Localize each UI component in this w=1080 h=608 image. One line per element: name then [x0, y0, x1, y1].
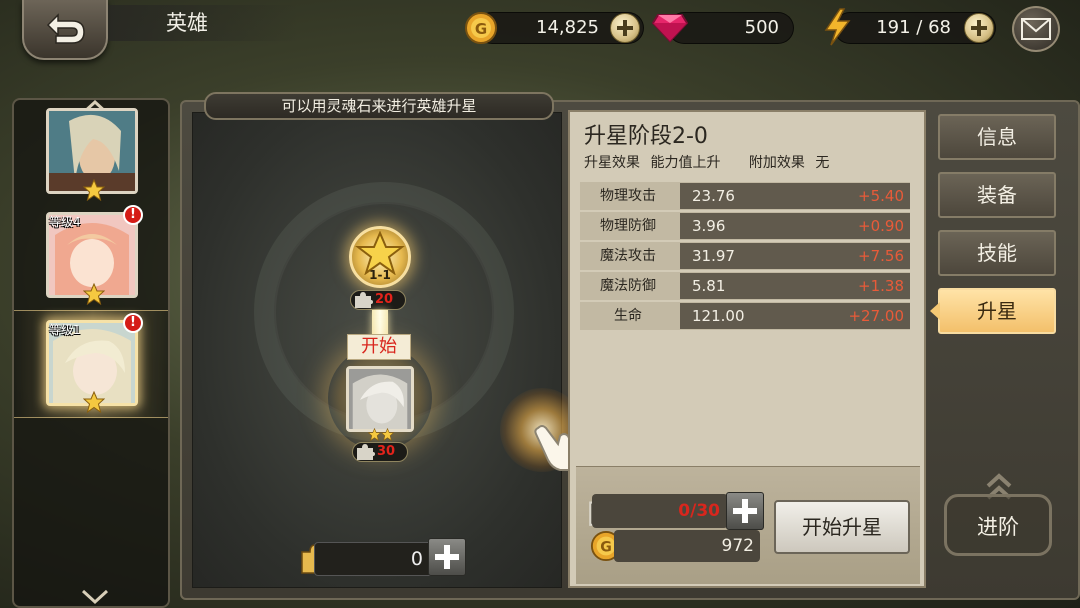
current-node-cost-value: 30	[377, 444, 396, 459]
mail-icon	[1021, 18, 1051, 40]
extra-effect-value: 无	[815, 155, 830, 171]
hero-level-tag: 等级4	[49, 215, 81, 229]
soul-stone-count: 0	[314, 542, 434, 576]
stat-row: 生命 121.00 +27.00	[580, 302, 910, 330]
stat-bonus: +27.00	[848, 307, 904, 325]
puzzle-piece-icon	[357, 444, 375, 460]
stat-value: 121.00	[692, 307, 745, 325]
gem-amount: 500	[744, 17, 779, 38]
stat-value-box: 31.97 +7.56	[680, 243, 910, 269]
plus-icon	[733, 499, 757, 523]
plus-icon	[971, 20, 987, 36]
stat-value: 31.97	[692, 247, 735, 265]
back-button[interactable]	[22, 0, 108, 60]
star-icon	[83, 179, 105, 201]
stat-value-box: 5.81 +1.38	[680, 273, 910, 299]
stat-bonus: +5.40	[858, 187, 904, 205]
gold-coin-icon: G	[465, 12, 497, 44]
page-title: 英雄	[108, 5, 298, 41]
advance-button[interactable]: 进阶	[944, 494, 1052, 556]
extra-effect-label: 附加效果	[748, 155, 805, 171]
add-gold-button[interactable]	[610, 13, 640, 43]
stat-value-box: 3.96 +0.90	[680, 213, 910, 239]
alert-badge: !	[123, 205, 143, 225]
star-icon	[83, 283, 105, 305]
next-node-cost-value: 20	[375, 292, 394, 307]
current-node-cost: 30	[352, 442, 408, 462]
back-arrow-icon	[46, 13, 85, 44]
stat-name: 物理攻击	[600, 188, 656, 204]
puzzle-piece-icon	[355, 292, 373, 308]
start-tag: 开始	[347, 334, 411, 360]
add-stamina-button[interactable]	[964, 13, 994, 43]
stat-bonus: +0.90	[858, 217, 904, 235]
next-node-cost: 20	[350, 290, 406, 310]
stat-row: 魔法攻击 31.97 +7.56	[580, 242, 910, 270]
hero-level-tag: 等级1	[49, 323, 81, 337]
soul-stone-cost: 0/30	[592, 494, 728, 528]
effects-line: 升星效果 能力值上升 附加效果 无	[584, 152, 835, 172]
stamina-amount: 191 / 68	[876, 17, 951, 38]
gold-cost: 972	[614, 530, 760, 562]
add-pieces-button[interactable]	[726, 492, 764, 530]
star-icon	[83, 391, 105, 413]
tab-skills[interactable]: 技能	[938, 230, 1056, 276]
stat-name: 魔法防御	[600, 278, 656, 294]
svg-text:G: G	[475, 20, 487, 38]
tab-equipment[interactable]: 装备	[938, 172, 1056, 218]
current-star-rating	[368, 428, 394, 441]
hero-card[interactable]	[46, 108, 138, 201]
star-icon	[381, 428, 394, 441]
gem-icon	[652, 14, 688, 43]
stat-value-box: 121.00 +27.00	[680, 303, 910, 329]
plus-icon	[435, 545, 459, 569]
active-tab-pointer	[930, 302, 940, 320]
hero-card-selected[interactable]: 等级1 !	[46, 313, 143, 413]
effect-value: 能力值上升	[650, 155, 721, 171]
star-node-current[interactable]	[328, 346, 432, 450]
stat-value-box: 23.76 +5.40	[680, 183, 910, 209]
alert-badge: !	[123, 313, 143, 333]
add-soul-stone-button[interactable]	[428, 538, 466, 576]
start-upgrade-button[interactable]: 开始升星	[774, 500, 910, 554]
stat-name: 物理防御	[600, 218, 656, 234]
stat-bonus: +1.38	[858, 277, 904, 295]
chevron-down-icon[interactable]	[80, 588, 110, 606]
tab-star-upgrade[interactable]: 升星	[938, 288, 1056, 334]
stat-name: 生命	[614, 308, 642, 324]
stat-bonus: +7.56	[858, 247, 904, 265]
stat-row: 物理防御 3.96 +0.90	[580, 212, 910, 240]
svg-text:G: G	[600, 540, 612, 556]
hint-banner: 可以用灵魂石来进行英雄升星	[204, 92, 554, 120]
plus-icon	[617, 20, 633, 36]
gold-amount: 14,825	[536, 17, 599, 38]
stat-row: 魔法防御 5.81 +1.38	[580, 272, 910, 300]
tab-info[interactable]: 信息	[938, 114, 1056, 160]
hero-portrait-grayscale	[346, 366, 414, 432]
stage-title: 升星阶段2-0	[584, 124, 708, 149]
star-node-label: 1-1	[369, 268, 391, 282]
effect-label: 升星效果	[584, 155, 640, 171]
stat-value: 23.76	[692, 187, 735, 205]
mail-button[interactable]	[1012, 6, 1060, 52]
star-icon	[368, 428, 381, 441]
stat-value: 3.96	[692, 217, 726, 235]
stat-row: 物理攻击 23.76 +5.40	[580, 182, 910, 210]
stat-value: 5.81	[692, 277, 726, 295]
hero-card[interactable]: 等级4 !	[46, 205, 143, 305]
stat-name: 魔法攻击	[600, 248, 656, 264]
lightning-icon	[824, 8, 851, 46]
hero-list[interactable]: 等级4 ! 等级1 !	[12, 98, 170, 608]
